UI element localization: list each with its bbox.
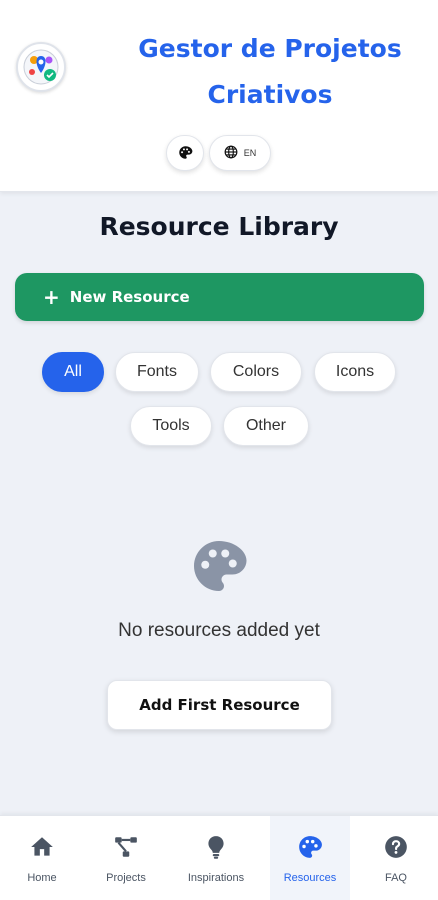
- nav-item-faq[interactable]: FAQ: [356, 816, 436, 900]
- palette-icon: [189, 536, 249, 596]
- app-title: Gestor de Projetos Criativos: [120, 26, 420, 118]
- globe-icon: [224, 145, 238, 161]
- nav-item-home[interactable]: Home: [2, 816, 82, 900]
- new-resource-button[interactable]: + New Resource: [15, 273, 424, 321]
- language-button[interactable]: EN: [209, 135, 271, 171]
- nav-label-resources: Resources: [283, 872, 337, 884]
- question-circle-icon: [383, 834, 409, 865]
- plus-icon: +: [43, 285, 60, 309]
- filter-chip-other[interactable]: Other: [223, 406, 309, 446]
- palette-icon: [297, 834, 323, 865]
- add-first-resource-button[interactable]: Add First Resource: [107, 680, 332, 730]
- nav-item-inspirations[interactable]: Inspirations: [176, 816, 256, 900]
- nav-item-projects[interactable]: Projects: [86, 816, 166, 900]
- app-title-line2: Criativos: [207, 80, 333, 109]
- home-icon: [29, 834, 55, 865]
- empty-state-text: No resources added yet: [118, 620, 320, 641]
- page-title: Resource Library: [99, 212, 339, 241]
- nav-label-home: Home: [27, 872, 57, 884]
- nav-label-projects: Projects: [106, 872, 146, 884]
- new-resource-label: New Resource: [69, 288, 190, 306]
- nav-label-inspirations: Inspirations: [187, 872, 245, 884]
- language-label: EN: [243, 148, 257, 158]
- filter-chip-all[interactable]: All: [42, 352, 104, 392]
- app-title-line1: Gestor de Projetos: [138, 34, 402, 63]
- app-logo-icon[interactable]: [16, 42, 66, 92]
- theme-toggle-button[interactable]: [166, 135, 204, 171]
- nav-item-resources[interactable]: Resources: [270, 816, 350, 900]
- filter-chip-fonts[interactable]: Fonts: [115, 352, 199, 392]
- filter-chip-tools[interactable]: Tools: [130, 406, 212, 446]
- palette-icon: [178, 145, 193, 162]
- bottom-navigation: Home Projects Inspirations Resources FAQ: [0, 815, 438, 900]
- project-diagram-icon: [113, 834, 139, 865]
- app-header: Gestor de Projetos Criativos EN: [0, 0, 438, 192]
- lightbulb-icon: [203, 834, 229, 865]
- nav-label-faq: FAQ: [384, 872, 407, 884]
- filter-chip-colors[interactable]: Colors: [210, 352, 302, 392]
- filter-chip-icons[interactable]: Icons: [314, 352, 396, 392]
